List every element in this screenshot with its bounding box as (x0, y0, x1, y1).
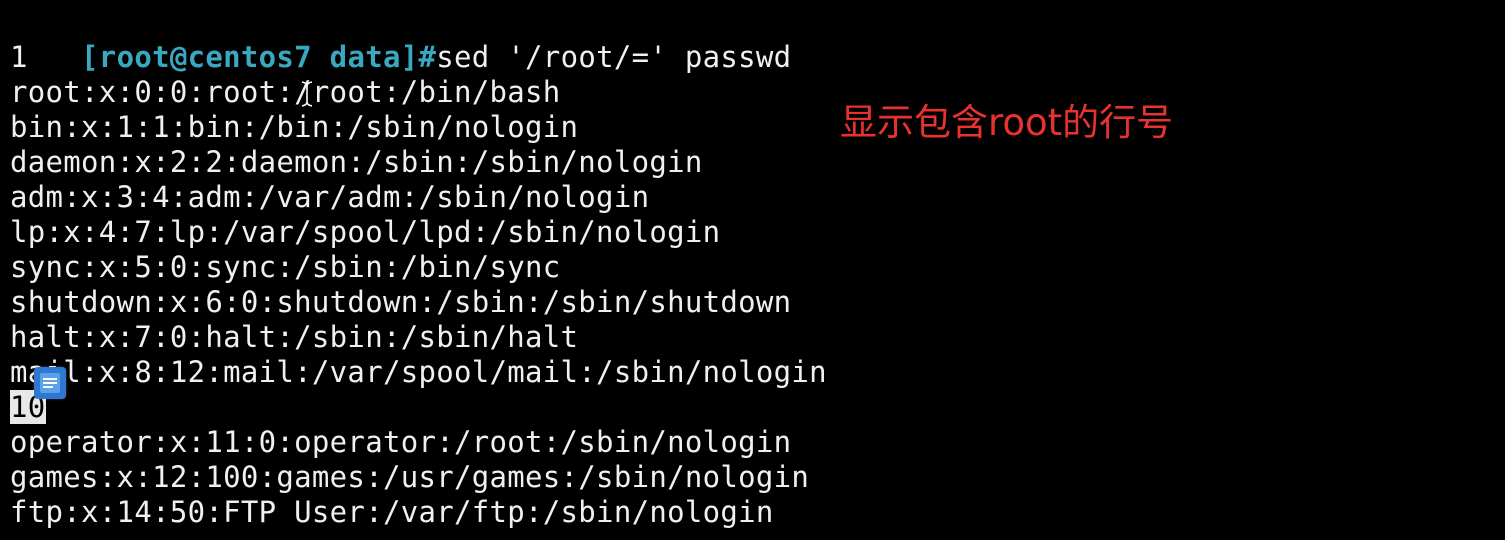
output-line: games:x:12:100:games:/usr/games:/sbin/no… (10, 460, 810, 494)
output-line: ftp:x:14:50:FTP User:/var/ftp:/sbin/nolo… (10, 495, 774, 529)
output-line: 1 (10, 40, 28, 74)
annotation-label: 显示包含root的行号 (840, 101, 1174, 144)
output-line: bin:x:1:1:bin:/bin:/sbin/nologin (10, 110, 579, 144)
output-line: root:x:0:0:root:/root:/bin/bash (10, 75, 561, 109)
output-line: lp:x:4:7:lp:/var/spool/lpd:/sbin/nologin (10, 215, 721, 249)
command-line: [root@centos7 data]#sed '/root/=' passwd (10, 5, 791, 74)
output-line: halt:x:7:0:halt:/sbin:/sbin/halt (10, 320, 579, 354)
shell-command: sed '/root/=' passwd (436, 40, 792, 74)
output-line: sync:x:5:0:sync:/sbin:/bin/sync (10, 250, 561, 284)
document-icon[interactable] (34, 367, 66, 399)
output-line: daemon:x:2:2:daemon:/sbin:/sbin/nologin (10, 145, 703, 179)
output-line: mail:x:8:12:mail:/var/spool/mail:/sbin/n… (10, 355, 827, 389)
terminal-window[interactable]: [root@centos7 data]#sed '/root/=' passwd… (0, 0, 1505, 540)
shell-prompt: [root@centos7 data]# (81, 40, 437, 74)
output-line: adm:x:3:4:adm:/var/adm:/sbin/nologin (10, 180, 650, 214)
ibeam-cursor-icon (301, 81, 313, 107)
output-line: operator:x:11:0:operator:/root:/sbin/nol… (10, 425, 792, 459)
output-line: shutdown:x:6:0:shutdown:/sbin:/sbin/shut… (10, 285, 792, 319)
